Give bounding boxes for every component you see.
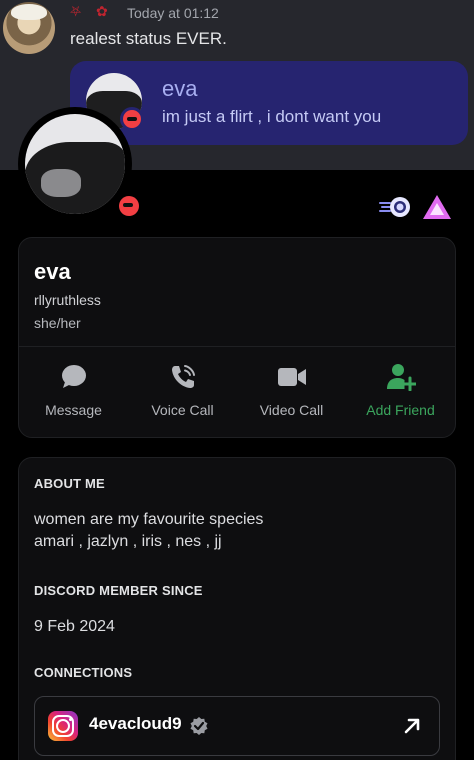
profile-avatar[interactable] xyxy=(18,107,143,221)
external-link-icon[interactable] xyxy=(401,715,423,737)
message-label: Message xyxy=(45,402,102,418)
phone-icon xyxy=(169,362,197,392)
about-me-line-1: women are my favourite species xyxy=(34,511,264,528)
nitro-orbit-badge-icon[interactable] xyxy=(378,192,412,222)
verified-icon xyxy=(189,716,209,736)
dnd-status-icon xyxy=(120,107,144,131)
about-me-title: ABOUT ME xyxy=(34,476,105,491)
voice-call-label: Voice Call xyxy=(151,402,214,418)
about-card: ABOUT ME women are my favourite species … xyxy=(18,457,456,760)
flower-emoji: ✿ xyxy=(96,4,108,20)
message-button[interactable]: Message xyxy=(19,362,128,418)
member-since-date: 9 Feb 2024 xyxy=(34,618,115,635)
status-embed[interactable]: eva im just a flirt , i dont want you xyxy=(70,61,468,145)
add-friend-button[interactable]: Add Friend xyxy=(346,362,455,418)
add-friend-icon xyxy=(386,362,416,392)
voice-call-button[interactable]: Voice Call xyxy=(128,362,237,418)
video-call-label: Video Call xyxy=(259,402,324,418)
pronouns: she/her xyxy=(34,315,81,331)
dnd-status-icon xyxy=(115,192,143,220)
status-embed-name: eva xyxy=(162,76,198,101)
member-since-title: DISCORD MEMBER SINCE xyxy=(34,583,203,598)
message-text: realest status EVER. xyxy=(70,29,227,48)
pentagram-emoji: ⛧ xyxy=(70,4,82,20)
divider xyxy=(19,346,455,347)
video-camera-icon xyxy=(277,362,307,392)
connections-title: CONNECTIONS xyxy=(34,665,133,680)
profile-card: eva rllyruthless she/her Message Voice C… xyxy=(18,237,456,438)
about-me-line-2: amari , jazlyn , iris , nes , jj xyxy=(34,533,222,550)
chat-bubble-icon xyxy=(60,362,88,392)
connection-instagram[interactable]: 4evacloud9 xyxy=(34,696,440,756)
video-call-button[interactable]: Video Call xyxy=(237,362,346,418)
author-avatar[interactable] xyxy=(3,2,55,54)
message-timestamp: Today at 01:12 xyxy=(127,5,219,21)
profile-avatar-image xyxy=(25,114,125,214)
triangle-badge-icon[interactable] xyxy=(420,192,454,222)
username: rllyruthless xyxy=(34,292,101,308)
profile-actions: Message Voice Call Video Call Add Friend xyxy=(19,362,455,418)
display-name: eva xyxy=(34,259,71,284)
profile-badges xyxy=(378,192,454,222)
add-friend-label: Add Friend xyxy=(366,402,435,418)
status-embed-text: im just a flirt , i dont want you xyxy=(162,107,382,126)
instagram-icon xyxy=(48,711,78,741)
connection-name: 4evacloud9 xyxy=(89,714,182,733)
